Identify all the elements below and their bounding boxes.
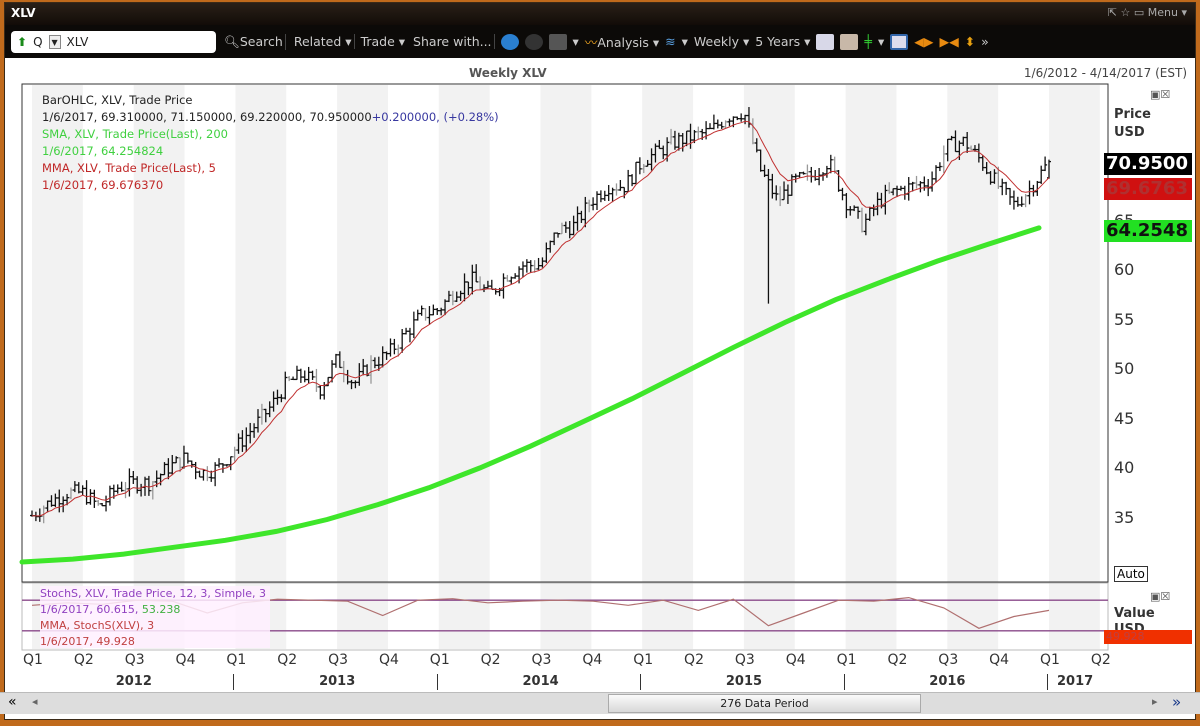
year-label: 2016 <box>929 674 966 689</box>
quarter-label: Q2 <box>1090 652 1111 668</box>
quarter-label: Q4 <box>175 652 196 668</box>
quarter-band <box>845 85 897 649</box>
quarter-label: Q1 <box>226 652 247 668</box>
quarter-band <box>743 85 795 649</box>
quarter-label: Q2 <box>684 652 704 668</box>
stoch-mma-title: MMA, StochS(XLV), 3 <box>40 619 155 632</box>
mma-price-tag: 69.6763 <box>1104 178 1192 200</box>
legend-sma-title: SMA, XLV, Trade Price(Last), 200 <box>42 127 228 141</box>
scroll-start-button[interactable]: « <box>8 694 17 710</box>
quarter-band <box>540 85 592 649</box>
price-axis-label: 60 <box>1114 260 1135 279</box>
legend-sma-value: 1/6/2017, 64.254824 <box>42 144 164 158</box>
scrollbar[interactable]: « ◂ 276 Data Period ▸ » <box>0 692 1200 714</box>
scroll-left-button[interactable]: ◂ <box>32 695 38 708</box>
legend-bar-values: 1/6/2017, 69.310000, 71.150000, 69.22000… <box>42 110 372 124</box>
stoch-mma-value: 1/6/2017, 49.928 <box>40 635 135 648</box>
quarter-label: Q1 <box>1040 652 1060 668</box>
year-divider <box>640 674 642 690</box>
scroll-end-button[interactable]: » <box>1172 693 1181 711</box>
sma-price-tag: 64.2548 <box>1104 220 1192 242</box>
price-axis-label: 50 <box>1114 359 1135 378</box>
quarter-label: Q4 <box>582 652 603 668</box>
auto-scale-button[interactable]: Auto <box>1114 566 1148 582</box>
year-divider <box>843 674 845 690</box>
year-divider <box>436 674 438 690</box>
legend-change: +0.200000, (+0.28%) <box>371 110 499 124</box>
quarter-label: Q2 <box>480 652 501 668</box>
quarter-band <box>947 85 999 649</box>
quarter-band <box>1049 85 1100 649</box>
legend-bar-title: BarOHLC, XLV, Trade Price <box>42 93 193 107</box>
price-axis-label: 40 <box>1114 458 1135 477</box>
quarter-label: Q3 <box>734 652 755 668</box>
quarter-label: Q3 <box>938 652 959 668</box>
stoch-pane-controls[interactable]: ▣☒ <box>1150 590 1170 603</box>
year-label: 2014 <box>522 674 559 689</box>
quarter-label: Q4 <box>785 652 806 668</box>
quarter-label: Q2 <box>887 652 908 668</box>
price-axis-label: 35 <box>1114 507 1135 527</box>
quarter-label: Q1 <box>836 652 857 668</box>
year-label: 2015 <box>725 674 763 689</box>
stoch-value-tag: 49.928 <box>1104 630 1192 644</box>
quarter-label: Q3 <box>328 652 349 668</box>
stoch-axis-header: Value USD <box>1114 606 1155 630</box>
year-label: 2017 <box>1057 674 1094 689</box>
legend-mma-title: MMA, XLV, Trade Price(Last), 5 <box>42 161 216 175</box>
price-axis-label: 55 <box>1114 309 1135 329</box>
quarter-label: Q2 <box>73 652 94 668</box>
quarter-label: Q2 <box>277 652 298 668</box>
scroll-right-button[interactable]: ▸ <box>1152 695 1158 708</box>
pane-controls[interactable]: ▣☒ <box>1150 88 1170 101</box>
year-divider <box>233 674 235 690</box>
year-divider <box>1047 674 1048 690</box>
scroll-thumb[interactable]: 276 Data Period <box>608 694 921 713</box>
stoch-legend-d: 53.238 <box>141 603 181 616</box>
year-label: 2013 <box>319 674 356 689</box>
quarter-label: Q3 <box>531 652 552 668</box>
quarter-label: Q3 <box>124 652 145 668</box>
last-price-tag: 70.9500 <box>1104 153 1192 175</box>
quarter-label: Q1 <box>23 652 43 668</box>
quarter-label: Q1 <box>429 652 450 668</box>
stoch-legend: StochS, XLV, Trade Price, 12, 3, Simple,… <box>40 586 270 648</box>
quarter-band <box>642 85 694 649</box>
quarter-label: Q4 <box>989 652 1010 668</box>
price-legend: BarOHLC, XLV, Trade Price 1/6/2017, 69.3… <box>42 92 499 194</box>
quarter-label: Q1 <box>633 652 654 668</box>
stoch-legend-k: 1/6/2017, 60.615, <box>40 603 142 616</box>
quarter-label: Q4 <box>378 652 399 668</box>
stoch-legend-title: StochS, XLV, Trade Price, 12, 3, Simple,… <box>40 587 266 600</box>
legend-mma-value: 1/6/2017, 69.676370 <box>42 178 164 192</box>
price-axis-label: 45 <box>1114 408 1135 428</box>
price-axis-header: Price USD <box>1114 107 1151 140</box>
year-label: 2012 <box>115 674 152 689</box>
